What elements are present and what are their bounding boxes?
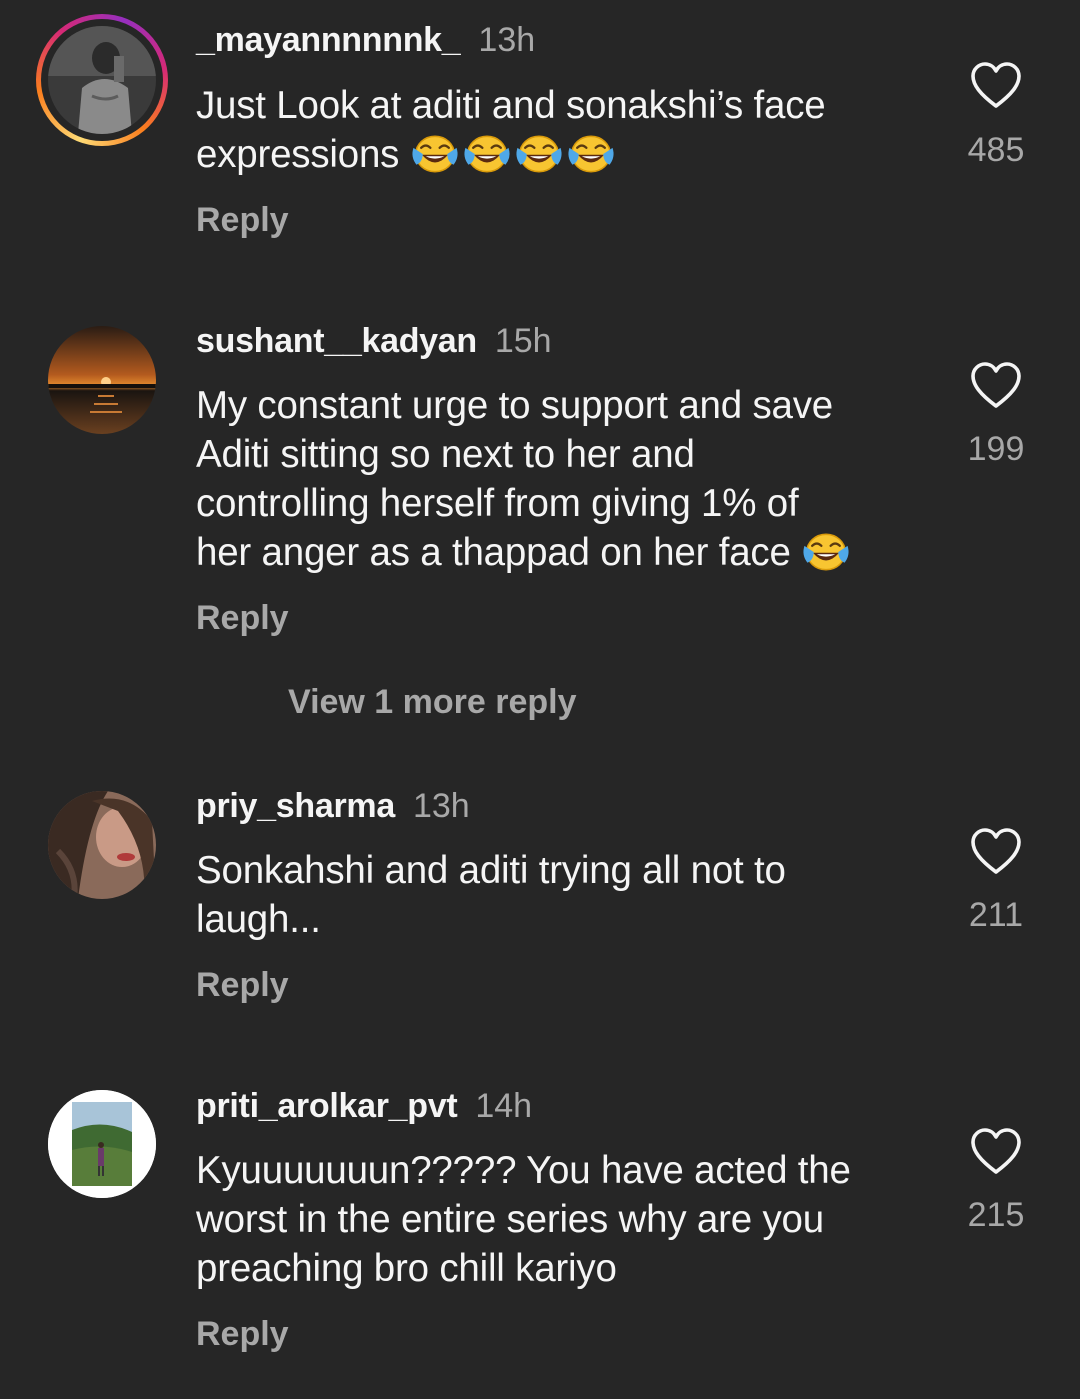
heart-outline-icon[interactable] — [970, 62, 1022, 110]
comment-header: priti_arolkar_pvt 14h — [196, 1086, 532, 1126]
face-with-tears-of-joy-emoji — [801, 532, 851, 572]
username[interactable]: _mayannnnnnk_ — [196, 21, 461, 59]
avatar[interactable] — [48, 1090, 156, 1198]
comment-text-line: My constant urge to support and save — [196, 384, 833, 427]
comment-text-line-wrap: her anger as a thappad on her face — [196, 528, 936, 577]
comment-text-line: Sonkahshi and aditi trying all not to — [196, 849, 786, 892]
comment-text: Just Look at aditi and sonakshi’s face e… — [196, 81, 916, 179]
comment-text-line: laugh... — [196, 898, 321, 941]
like-count: 199 — [967, 430, 1025, 468]
username[interactable]: priti_arolkar_pvt — [196, 1087, 458, 1125]
reply-button[interactable]: Reply — [196, 598, 289, 638]
face-with-tears-of-joy-emoji — [514, 134, 564, 174]
comment-text-line: Aditi sitting so next to her and — [196, 433, 695, 476]
username[interactable]: sushant__kadyan — [196, 322, 477, 360]
avatar[interactable] — [48, 26, 156, 134]
comment-text-line: her anger as a thappad on her face — [196, 531, 791, 574]
face-with-tears-of-joy-emoji — [462, 134, 512, 174]
reply-button[interactable]: Reply — [196, 1314, 289, 1354]
username[interactable]: priy_sharma — [196, 787, 395, 825]
heart-outline-icon[interactable] — [970, 1128, 1022, 1176]
like-count: 211 — [968, 896, 1024, 934]
comment-text: Sonkahshi and aditi trying all not to la… — [196, 846, 916, 944]
timestamp: 15h — [494, 322, 552, 360]
comment-text-line: controlling herself from giving 1% of — [196, 482, 799, 525]
view-more-replies-button[interactable]: View 1 more reply — [288, 682, 577, 722]
comment-text-line: Kyuuuuuuun????? You have acted the — [196, 1149, 851, 1192]
comment-text-line: worst in the entire series why are you — [196, 1198, 824, 1241]
timestamp: 13h — [412, 787, 470, 825]
avatar[interactable] — [48, 791, 156, 899]
comment-text-line: preaching bro chill kariyo — [196, 1247, 617, 1290]
heart-outline-icon[interactable] — [970, 362, 1022, 410]
like-count: 215 — [967, 1196, 1025, 1234]
face-with-tears-of-joy-emoji — [410, 134, 460, 174]
timestamp: 14h — [475, 1087, 533, 1125]
comment-header: priy_sharma 13h — [196, 786, 470, 826]
comment-text: Kyuuuuuuun????? You have acted the worst… — [196, 1146, 936, 1293]
avatar[interactable] — [48, 326, 156, 434]
timestamp: 13h — [478, 21, 536, 59]
comment-header: _mayannnnnnk_ 13h — [196, 20, 535, 60]
like-count: 485 — [967, 131, 1025, 169]
comment-header: sushant__kadyan 15h — [196, 321, 552, 361]
heart-outline-icon[interactable] — [970, 828, 1022, 876]
reply-button[interactable]: Reply — [196, 965, 289, 1005]
reply-button[interactable]: Reply — [196, 200, 289, 240]
face-with-tears-of-joy-emoji — [566, 134, 616, 174]
comment-text: My constant urge to support and save Adi… — [196, 381, 936, 577]
